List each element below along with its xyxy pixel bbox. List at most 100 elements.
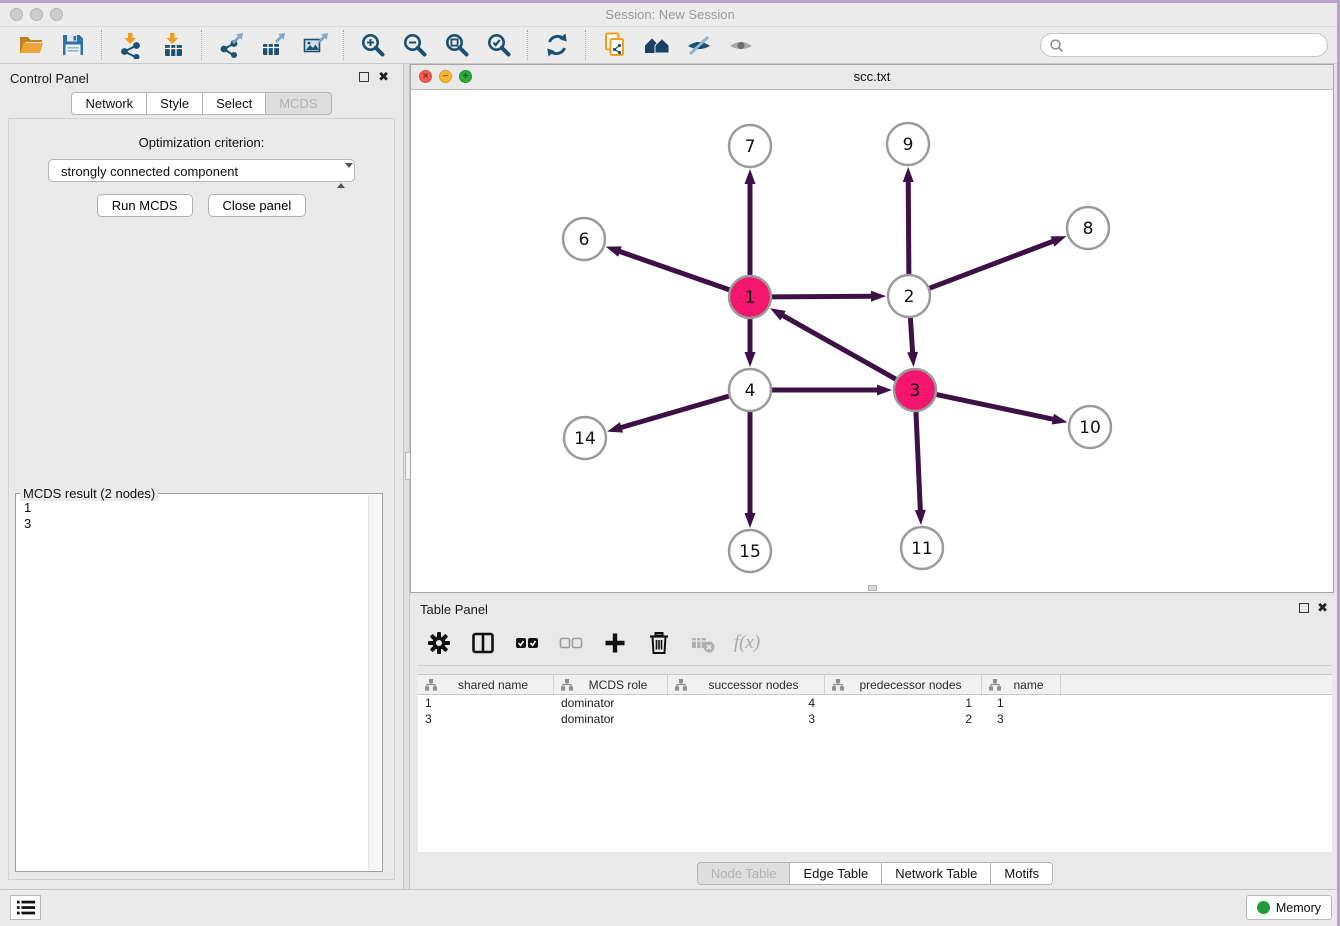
close-table-panel-icon[interactable]: ✖ — [1317, 600, 1328, 616]
zoom-fit-button[interactable] — [442, 31, 472, 59]
table-cell[interactable]: 3 — [418, 711, 554, 727]
clone-network-button[interactable] — [600, 31, 630, 59]
table-cell[interactable]: 1 — [418, 695, 554, 711]
table-cell[interactable]: 1 — [825, 695, 982, 711]
tab-mcds[interactable]: MCDS — [266, 92, 331, 115]
table-row[interactable]: 3dominator323 — [418, 711, 1332, 727]
criterion-select[interactable]: strongly connected component — [48, 159, 355, 182]
tab-style[interactable]: Style — [147, 92, 203, 115]
export-network-button[interactable] — [216, 31, 246, 59]
table-toolbar: f(x) — [418, 621, 1332, 666]
memory-button[interactable]: Memory — [1246, 895, 1332, 920]
window-titlebar: Session: New Session — [0, 3, 1340, 27]
table-cell[interactable]: 3 — [982, 711, 1061, 727]
show-columns-button[interactable] — [468, 628, 498, 658]
import-network-icon — [118, 32, 144, 59]
open-folder-icon — [18, 32, 44, 58]
table-cell[interactable]: dominator — [554, 711, 668, 727]
criterion-value: strongly connected component — [61, 164, 238, 179]
open-file-button[interactable] — [16, 31, 46, 59]
table-settings-button[interactable] — [424, 628, 454, 658]
column-header-shared-name[interactable]: shared name — [418, 675, 554, 694]
table-tab-edge-table[interactable]: Edge Table — [790, 862, 882, 885]
column-header-successor-nodes[interactable]: successor nodes — [668, 675, 825, 694]
unselect-all-button[interactable] — [556, 628, 586, 658]
mcds-tab-content: Optimization criterion: strongly connect… — [8, 118, 395, 880]
node-label-3: 3 — [910, 381, 921, 401]
control-panel-header: Control Panel ✖ — [0, 64, 403, 92]
column-label: name — [1005, 678, 1060, 692]
column-header-predecessor-nodes[interactable]: predecessor nodes — [825, 675, 982, 694]
graph-edge-2-8[interactable] — [930, 240, 1056, 288]
clone-network-icon — [602, 32, 628, 58]
table-cell[interactable]: 2 — [825, 711, 982, 727]
network-window: × − + scc.txt 1234678910111415 — [410, 64, 1334, 593]
graph-edge-1-2[interactable] — [772, 296, 874, 297]
export-image-button[interactable] — [300, 31, 330, 59]
toolbar-separator — [201, 30, 203, 60]
refresh-button[interactable] — [542, 31, 572, 59]
graph-edge-2-9[interactable] — [908, 179, 909, 274]
table-row[interactable]: 1dominator411 — [418, 695, 1332, 711]
add-column-button[interactable] — [600, 628, 630, 658]
float-panel-icon[interactable] — [359, 72, 369, 82]
table-cell[interactable]: 4 — [668, 695, 825, 711]
delete-column-button[interactable] — [644, 628, 674, 658]
zoom-out-button[interactable] — [400, 31, 430, 59]
select-all-button[interactable] — [512, 628, 542, 658]
save-session-button[interactable] — [58, 31, 88, 59]
node-label-6: 6 — [579, 230, 590, 250]
import-table-button[interactable] — [158, 31, 188, 59]
delete-table-button[interactable] — [688, 628, 718, 658]
eye-slash-icon — [686, 32, 712, 58]
search-input[interactable] — [1068, 37, 1319, 53]
graph-edge-4-14[interactable] — [619, 396, 729, 428]
panel-divider[interactable] — [403, 64, 410, 890]
task-history-button[interactable] — [10, 895, 41, 920]
zoom-selected-icon — [486, 32, 512, 58]
column-type-icon — [425, 679, 437, 691]
close-panel-icon[interactable]: ✖ — [378, 69, 389, 85]
network-canvas[interactable]: 1234678910111415 — [411, 89, 1333, 592]
edge-arrowhead — [745, 352, 756, 367]
table-panel: Table Panel ✖ f(x) shared name MCDS roles… — [410, 595, 1340, 890]
table-cell[interactable]: 3 — [668, 711, 825, 727]
tab-select[interactable]: Select — [203, 92, 266, 115]
table-panel-title: Table Panel — [420, 602, 488, 617]
run-mcds-button[interactable]: Run MCDS — [97, 194, 193, 217]
column-header-MCDS-role[interactable]: MCDS role — [554, 675, 668, 694]
node-label-11: 11 — [911, 539, 933, 559]
import-network-button[interactable] — [116, 31, 146, 59]
table-tab-motifs[interactable]: Motifs — [991, 862, 1053, 885]
table-body: 1dominator4113dominator323 — [418, 695, 1332, 727]
close-panel-button[interactable]: Close panel — [208, 194, 307, 217]
hide-selected-button[interactable] — [684, 31, 714, 59]
zoom-in-button[interactable] — [358, 31, 388, 59]
mcds-result-title: MCDS result (2 nodes) — [20, 486, 158, 501]
show-all-networks-button[interactable] — [642, 31, 672, 59]
show-hidden-button[interactable] — [726, 31, 756, 59]
result-scrollbar[interactable] — [368, 495, 381, 870]
column-header-name[interactable]: name — [982, 675, 1061, 694]
graph-edge-3-1[interactable] — [780, 314, 895, 379]
graph-edge-3-11[interactable] — [916, 412, 920, 513]
zoom-selected-button[interactable] — [484, 31, 514, 59]
graph-edge-2-3[interactable] — [910, 318, 912, 355]
mcds-result-box: MCDS result (2 nodes) 13 — [15, 493, 383, 872]
network-scroll-thumb[interactable] — [868, 585, 877, 591]
table-tab-node-table[interactable]: Node Table — [697, 862, 791, 885]
graph-edge-1-6[interactable] — [617, 251, 729, 290]
table-cell[interactable]: dominator — [554, 695, 668, 711]
function-builder-button[interactable]: f(x) — [732, 628, 762, 658]
table-cell[interactable]: 1 — [982, 695, 1061, 711]
table-tab-network-table[interactable]: Network Table — [882, 862, 991, 885]
column-label: MCDS role — [577, 678, 667, 692]
export-table-button[interactable] — [258, 31, 288, 59]
network-titlebar: × − + scc.txt — [411, 65, 1333, 90]
application-window: Session: New Session Control — [0, 0, 1340, 926]
edge-arrowhead — [907, 352, 918, 367]
float-table-panel-icon[interactable] — [1299, 603, 1309, 613]
tab-network[interactable]: Network — [71, 92, 147, 115]
edge-arrowhead — [903, 167, 914, 182]
graph-edge-3-10[interactable] — [937, 395, 1056, 420]
